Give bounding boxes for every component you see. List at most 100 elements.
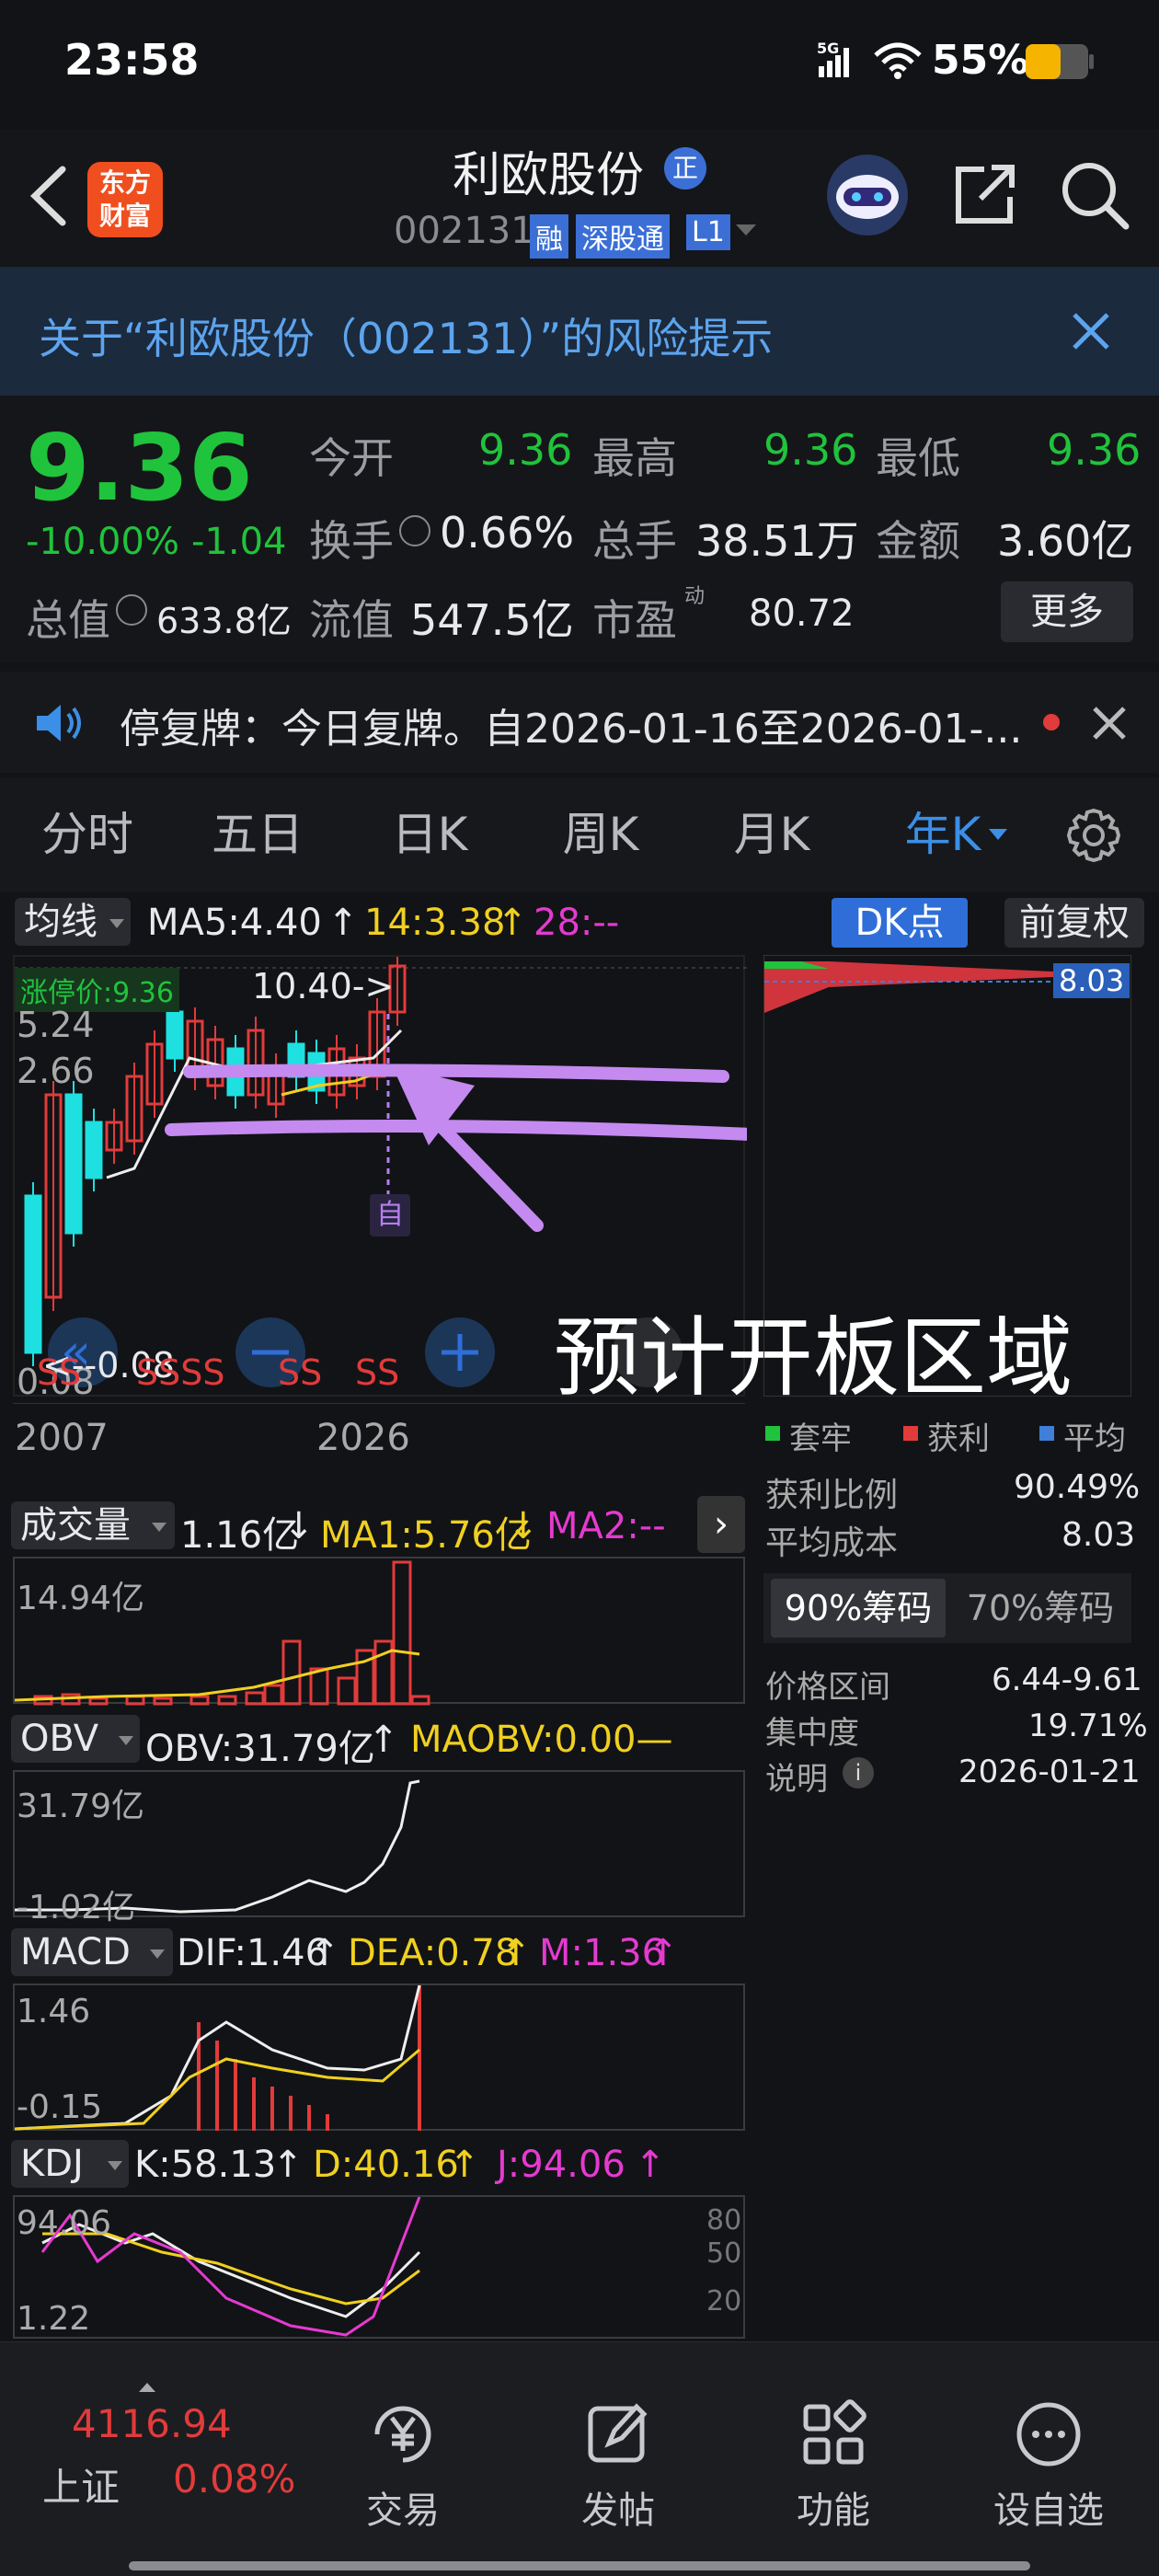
low-value: 9.36: [1047, 425, 1142, 475]
ma5-arrow: ↑: [327, 902, 359, 944]
tab-monthly-k[interactable]: 月K: [703, 777, 841, 892]
volume-ma2: MA2:--: [546, 1505, 666, 1547]
close-icon[interactable]: [1091, 705, 1128, 745]
ss-signal: SS: [355, 1352, 400, 1393]
volume-bar: [153, 1696, 173, 1706]
app-logo[interactable]: 东方 财富: [87, 162, 163, 237]
chevron-up-icon: [138, 2379, 156, 2397]
dk-button[interactable]: DK点: [832, 898, 968, 948]
chip-tab-70[interactable]: 70%筹码: [953, 1579, 1128, 1638]
total-value: 633.8亿: [156, 601, 292, 641]
dif-value: DIF:1.46: [177, 1932, 329, 1974]
tab-daily-k[interactable]: 日K: [361, 777, 499, 892]
volume-bar: [217, 1695, 237, 1706]
more-button[interactable]: 更多: [1001, 581, 1133, 642]
index-change: 0.08%: [173, 2456, 296, 2501]
tag-level: L1: [686, 214, 730, 250]
status-bar: 23:58 5G 55%: [0, 0, 1159, 129]
profit-ratio-value: 90.49%: [1014, 1468, 1141, 1506]
x-label-start: 2007: [15, 1417, 109, 1459]
info-icon[interactable]: [399, 515, 430, 546]
legend-average: 平均: [1063, 1420, 1126, 1457]
logo-line1: 东方: [98, 167, 151, 198]
macd-chart[interactable]: 1.46 -0.15: [13, 1984, 745, 2131]
volume-bar: [410, 1695, 430, 1706]
high-label: 最高: [592, 433, 677, 483]
nav-functions[interactable]: 功能: [760, 2398, 907, 2534]
tab-five-day[interactable]: 五日: [189, 777, 327, 892]
search-icon[interactable]: [1058, 158, 1131, 236]
volume-bar: [281, 1639, 302, 1706]
volume-bar: [392, 1560, 412, 1706]
volume-bar: [189, 1695, 210, 1706]
k-arrow: ↑: [272, 2144, 304, 2186]
turnover-label: 换手: [309, 516, 394, 566]
avg-cost-label: 平均成本: [765, 1524, 899, 1562]
nav-post[interactable]: 发帖: [545, 2398, 692, 2534]
macd-y-bottom: -0.15: [17, 2088, 103, 2126]
volume-chart[interactable]: 14.94亿: [13, 1557, 745, 1706]
risk-banner-text: 关于“利欧股份（002131）”的风险提示: [39, 314, 774, 363]
tab-weekly-k[interactable]: 周K: [532, 777, 670, 892]
chevron-down-icon: [109, 916, 125, 934]
bottom-nav: 4116.94 上证 0.08% 交易 发帖 功能 设自选: [0, 2341, 1159, 2576]
avg-cost-value: 8.03: [1061, 1516, 1136, 1554]
last-price: 9.36: [26, 414, 253, 522]
unread-dot: [1043, 714, 1060, 730]
share-icon[interactable]: [947, 158, 1021, 236]
gear-icon[interactable]: [1063, 805, 1124, 869]
home-indicator: [129, 2561, 1030, 2570]
info-icon[interactable]: [116, 594, 147, 626]
nav-trade[interactable]: 交易: [329, 2398, 476, 2534]
ss-signal: SS: [37, 1352, 82, 1393]
dea-value: DEA:0.78: [348, 1932, 519, 1974]
close-icon[interactable]: [1069, 309, 1113, 357]
volume-bar: [263, 1684, 283, 1706]
info-icon[interactable]: i: [843, 1757, 874, 1788]
index-widget[interactable]: 4116.94 上证 0.08%: [0, 2342, 331, 2526]
index-value: 4116.94: [72, 2401, 232, 2446]
kdj-chart[interactable]: 94.06 1.22 80 50 20: [13, 2195, 745, 2339]
legend-profit: 获利: [927, 1420, 990, 1457]
nav-functions-label: 功能: [797, 2490, 870, 2532]
y-label-mid: 2.66: [17, 1051, 95, 1091]
nav-watchlist[interactable]: 设自选: [975, 2398, 1122, 2534]
dea-arrow: ↑: [500, 1932, 532, 1974]
volume-arrow: ↓: [283, 1505, 315, 1547]
kdj-y-bottom: 1.22: [17, 2300, 91, 2338]
stock-code: 002131: [394, 210, 534, 252]
expand-button[interactable]: ›: [697, 1496, 745, 1553]
open-label: 今开: [309, 433, 394, 483]
kdj-ref-50: 50: [706, 2237, 742, 2270]
float-value-label: 流值: [309, 595, 394, 645]
dropdown-icon[interactable]: [734, 221, 758, 243]
total-value-label: 总值: [26, 595, 110, 645]
pe-label: 市盈: [592, 595, 677, 645]
candle-body: [85, 1121, 103, 1179]
adjust-button[interactable]: 前复权: [1004, 898, 1144, 948]
dif-arrow: ↑: [309, 1932, 340, 1974]
back-icon[interactable]: [26, 164, 72, 232]
volume-bar: [309, 1667, 329, 1706]
tab-yearly-k[interactable]: 年K: [883, 777, 1003, 892]
edit-icon: [588, 2403, 648, 2463]
robot-assistant-icon[interactable]: [823, 151, 912, 243]
chip-tab-90[interactable]: 90%筹码: [771, 1579, 946, 1638]
kdj-ref-20: 20: [706, 2285, 742, 2317]
chip-chart[interactable]: 8.03: [763, 955, 1131, 1397]
ma14-value: 14:3.38: [364, 902, 506, 944]
logo-line2: 财富: [98, 201, 151, 231]
suspension-notice[interactable]: 停复牌：今日复牌。自2026-01-16至2026-01-...: [0, 672, 1159, 773]
concentration-value: 19.71%: [1028, 1708, 1148, 1744]
volume-label: 总手: [592, 516, 677, 566]
low-label: 最低: [876, 433, 960, 483]
high-value: 9.36: [763, 425, 858, 475]
tab-intraday[interactable]: 分时: [18, 777, 156, 892]
obv-chart[interactable]: 31.79亿 -1.02亿: [13, 1770, 745, 1926]
risk-banner[interactable]: 关于“利欧股份（002131）”的风险提示: [0, 267, 1159, 396]
kline-chart[interactable]: « 涨停价:9.36 10.40-> 5.24 2.66 0.08 <--0.0…: [13, 955, 1073, 1409]
ss-signal: SS: [278, 1352, 323, 1393]
notice-text: 停复牌：今日复牌。自2026-01-16至2026-01-...: [120, 706, 1023, 753]
profit-ratio-label: 获利比例: [765, 1477, 899, 1514]
change-value: -1.04: [191, 521, 287, 563]
